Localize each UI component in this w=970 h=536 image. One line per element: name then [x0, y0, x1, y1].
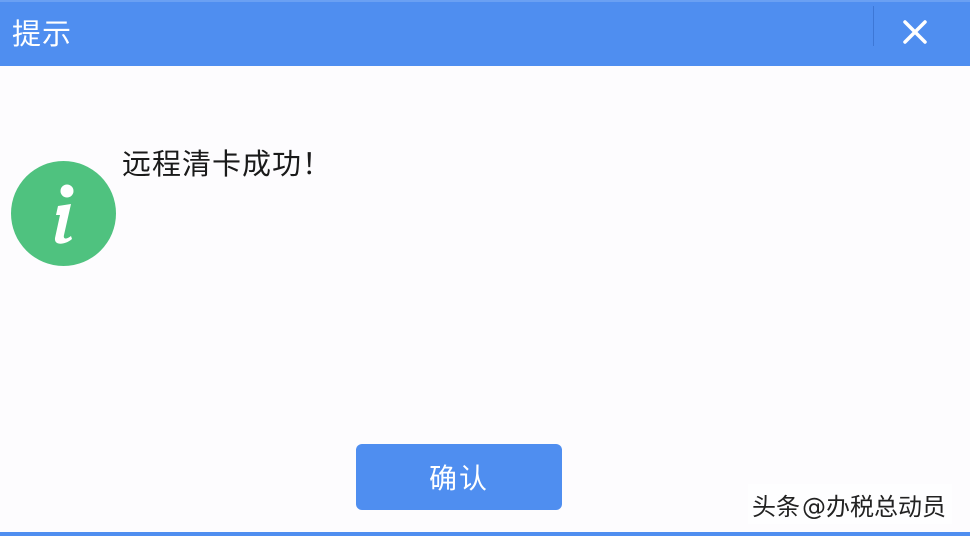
dialog-title: 提示	[12, 17, 73, 51]
watermark-handle: @办税总动员	[802, 492, 946, 521]
watermark-prefix: 头条	[752, 492, 800, 521]
watermark: 头条 @办税总动员	[748, 484, 952, 524]
confirm-button[interactable]: 确认	[356, 444, 562, 510]
close-button[interactable]	[890, 10, 940, 54]
dialog-window: 提示 远程清卡成功！ 确认 头条 @办税总动员	[0, 0, 970, 536]
dialog-bottom-border	[0, 532, 970, 536]
info-icon	[11, 161, 116, 266]
dialog-message: 远程清卡成功！	[122, 147, 333, 181]
dialog-titlebar: 提示	[0, 0, 970, 66]
close-icon	[903, 20, 927, 44]
titlebar-divider	[873, 6, 874, 46]
